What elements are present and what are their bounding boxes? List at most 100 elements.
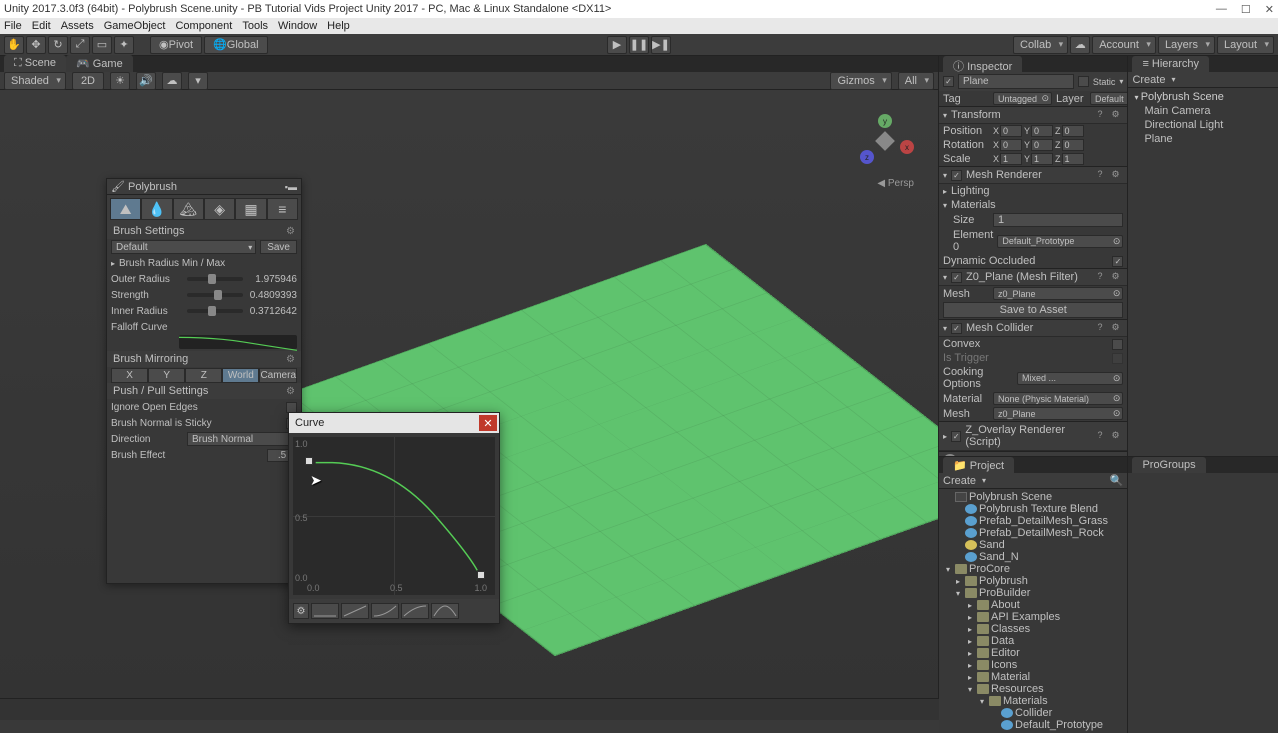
- mode-settings-icon[interactable]: ≡: [267, 198, 298, 220]
- project-item[interactable]: ▸Editor: [939, 647, 1127, 659]
- curve-preset-5[interactable]: [431, 603, 459, 619]
- project-item[interactable]: ▾ProCore: [939, 563, 1127, 575]
- menu-component[interactable]: Component: [175, 20, 232, 32]
- hierarchy-item[interactable]: Main Camera: [1128, 104, 1278, 118]
- hierarchy-item[interactable]: Directional Light: [1128, 118, 1278, 132]
- rot-z[interactable]: 0: [1062, 139, 1084, 151]
- transform-tool[interactable]: ✦: [114, 36, 134, 54]
- project-item[interactable]: Sand: [939, 539, 1127, 551]
- polybrush-menu-icon[interactable]: ▪▬: [285, 182, 297, 192]
- curve-preset-1[interactable]: [311, 603, 339, 619]
- layers-dropdown[interactable]: Layers: [1158, 36, 1215, 54]
- close-button[interactable]: ✕: [1265, 3, 1274, 16]
- lighting-toggle[interactable]: ☀: [110, 72, 130, 90]
- gameobject-active-checkbox[interactable]: ✓: [943, 76, 954, 87]
- pause-button[interactable]: ❚❚: [629, 36, 649, 54]
- rect-tool[interactable]: ▭: [92, 36, 112, 54]
- brush-preset-dropdown[interactable]: Default: [111, 240, 256, 254]
- mode-smooth-icon[interactable]: 💧: [141, 198, 172, 220]
- strength-slider[interactable]: [187, 293, 243, 297]
- curve-editor-window[interactable]: Curve ✕ 1.0 0.5 0.0 0.0 0.5 1.0: [288, 412, 500, 624]
- mode-prefab-icon[interactable]: ◈: [204, 198, 235, 220]
- pos-x[interactable]: 0: [1000, 125, 1022, 137]
- tab-game[interactable]: 🎮 Game: [66, 55, 133, 72]
- curve-preset-2[interactable]: [341, 603, 369, 619]
- scl-z[interactable]: 1: [1062, 153, 1084, 165]
- project-item[interactable]: ▸Material: [939, 671, 1127, 683]
- mirror-world-button[interactable]: World: [222, 368, 259, 383]
- inner-radius-slider[interactable]: [187, 309, 243, 313]
- project-item[interactable]: Prefab_DetailMesh_Grass: [939, 515, 1127, 527]
- gizmo-x-axis[interactable]: x: [900, 140, 914, 154]
- gizmos-dropdown[interactable]: Gizmos: [830, 72, 891, 90]
- mirror-z-button[interactable]: Z: [185, 368, 222, 383]
- gizmo-z-axis[interactable]: z: [860, 150, 874, 164]
- project-item[interactable]: ▾Resources: [939, 683, 1127, 695]
- project-item[interactable]: Prefab_DetailMesh_Rock: [939, 527, 1127, 539]
- inner-radius-value[interactable]: 0.3712642: [247, 306, 297, 317]
- menu-help[interactable]: Help: [327, 20, 350, 32]
- mode-texture-icon[interactable]: ▦: [235, 198, 266, 220]
- step-button[interactable]: ▶❚: [651, 36, 671, 54]
- curve-preset-3[interactable]: [371, 603, 399, 619]
- menu-file[interactable]: File: [4, 20, 22, 32]
- layer-dropdown[interactable]: Default: [1090, 92, 1128, 105]
- gizmo-dropdown[interactable]: ▾: [188, 72, 208, 90]
- strength-value[interactable]: 0.4809393: [247, 290, 297, 301]
- audio-toggle[interactable]: 🔊: [136, 72, 156, 90]
- gear-icon[interactable]: ⚙: [286, 354, 295, 365]
- curve-key-start[interactable]: [305, 457, 313, 465]
- search-all[interactable]: All: [898, 72, 934, 90]
- menu-gameobject[interactable]: GameObject: [104, 20, 166, 32]
- tag-dropdown[interactable]: Untagged: [993, 92, 1052, 105]
- project-item[interactable]: ▾Materials: [939, 695, 1127, 707]
- project-item[interactable]: Collider: [939, 707, 1127, 719]
- project-item[interactable]: ▸About: [939, 599, 1127, 611]
- scl-y[interactable]: 1: [1031, 153, 1053, 165]
- gameobject-name-field[interactable]: Plane: [958, 74, 1074, 89]
- cloud-button[interactable]: ☁: [1070, 36, 1090, 54]
- project-create-dropdown[interactable]: Create: [943, 475, 976, 487]
- collab-dropdown[interactable]: Collab: [1013, 36, 1068, 54]
- mode-sculpt-icon[interactable]: ⛰: [110, 198, 141, 220]
- mesh-renderer-header[interactable]: Mesh Renderer: [966, 169, 1042, 181]
- project-item[interactable]: ▸Icons: [939, 659, 1127, 671]
- curve-canvas[interactable]: 1.0 0.5 0.0 0.0 0.5 1.0: [293, 437, 495, 595]
- 2d-toggle[interactable]: 2D: [72, 72, 104, 90]
- mesh-collider-header[interactable]: Mesh Collider: [966, 322, 1033, 334]
- tab-inspector[interactable]: ⓘ Inspector: [943, 56, 1022, 72]
- hierarchy-create-dropdown[interactable]: Create: [1132, 74, 1165, 86]
- layout-dropdown[interactable]: Layout: [1217, 36, 1274, 54]
- direction-dropdown[interactable]: Brush Normal: [187, 432, 297, 446]
- menu-assets[interactable]: Assets: [61, 20, 94, 32]
- gear-icon[interactable]: ⚙: [286, 226, 295, 237]
- maximize-button[interactable]: ☐: [1241, 3, 1251, 16]
- outer-radius-slider[interactable]: [187, 277, 243, 281]
- cooking-options-dropdown[interactable]: Mixed ...: [1017, 372, 1123, 385]
- project-item[interactable]: ▸Classes: [939, 623, 1127, 635]
- project-item[interactable]: ▸Data: [939, 635, 1127, 647]
- scl-x[interactable]: 1: [1000, 153, 1022, 165]
- project-item[interactable]: Polybrush Scene: [939, 491, 1127, 503]
- falloff-curve-preview[interactable]: [179, 335, 297, 349]
- outer-radius-value[interactable]: 1.975946: [247, 274, 297, 285]
- gear-icon[interactable]: ⚙: [1111, 109, 1123, 121]
- polybrush-window[interactable]: 🖌 Polybrush ▪▬ ⛰ 💧 🏔 ◈ ▦ ≡ Brush Setting…: [106, 178, 302, 584]
- save-preset-button[interactable]: Save: [260, 240, 297, 254]
- tab-project[interactable]: 📁 Project: [943, 457, 1014, 473]
- menu-window[interactable]: Window: [278, 20, 317, 32]
- help-icon[interactable]: ?: [1097, 109, 1109, 121]
- gear-icon[interactable]: ⚙: [286, 386, 295, 397]
- mirror-x-button[interactable]: X: [111, 368, 148, 383]
- ignore-open-edges-checkbox[interactable]: [286, 402, 297, 413]
- tab-scene[interactable]: ⛶ Scene: [4, 55, 66, 72]
- transform-header[interactable]: Transform: [951, 109, 1001, 121]
- hierarchy-scene[interactable]: Polybrush Scene: [1128, 90, 1278, 104]
- mirror-camera-button[interactable]: Camera: [259, 368, 297, 383]
- project-item[interactable]: Default_Prototype: [939, 719, 1127, 731]
- save-to-asset-button[interactable]: Save to Asset: [943, 302, 1123, 318]
- pos-z[interactable]: 0: [1062, 125, 1084, 137]
- rot-x[interactable]: 0: [1000, 139, 1022, 151]
- curve-preset-menu[interactable]: ⚙: [293, 603, 309, 619]
- mesh-filter-header[interactable]: Z0_Plane (Mesh Filter): [966, 271, 1078, 283]
